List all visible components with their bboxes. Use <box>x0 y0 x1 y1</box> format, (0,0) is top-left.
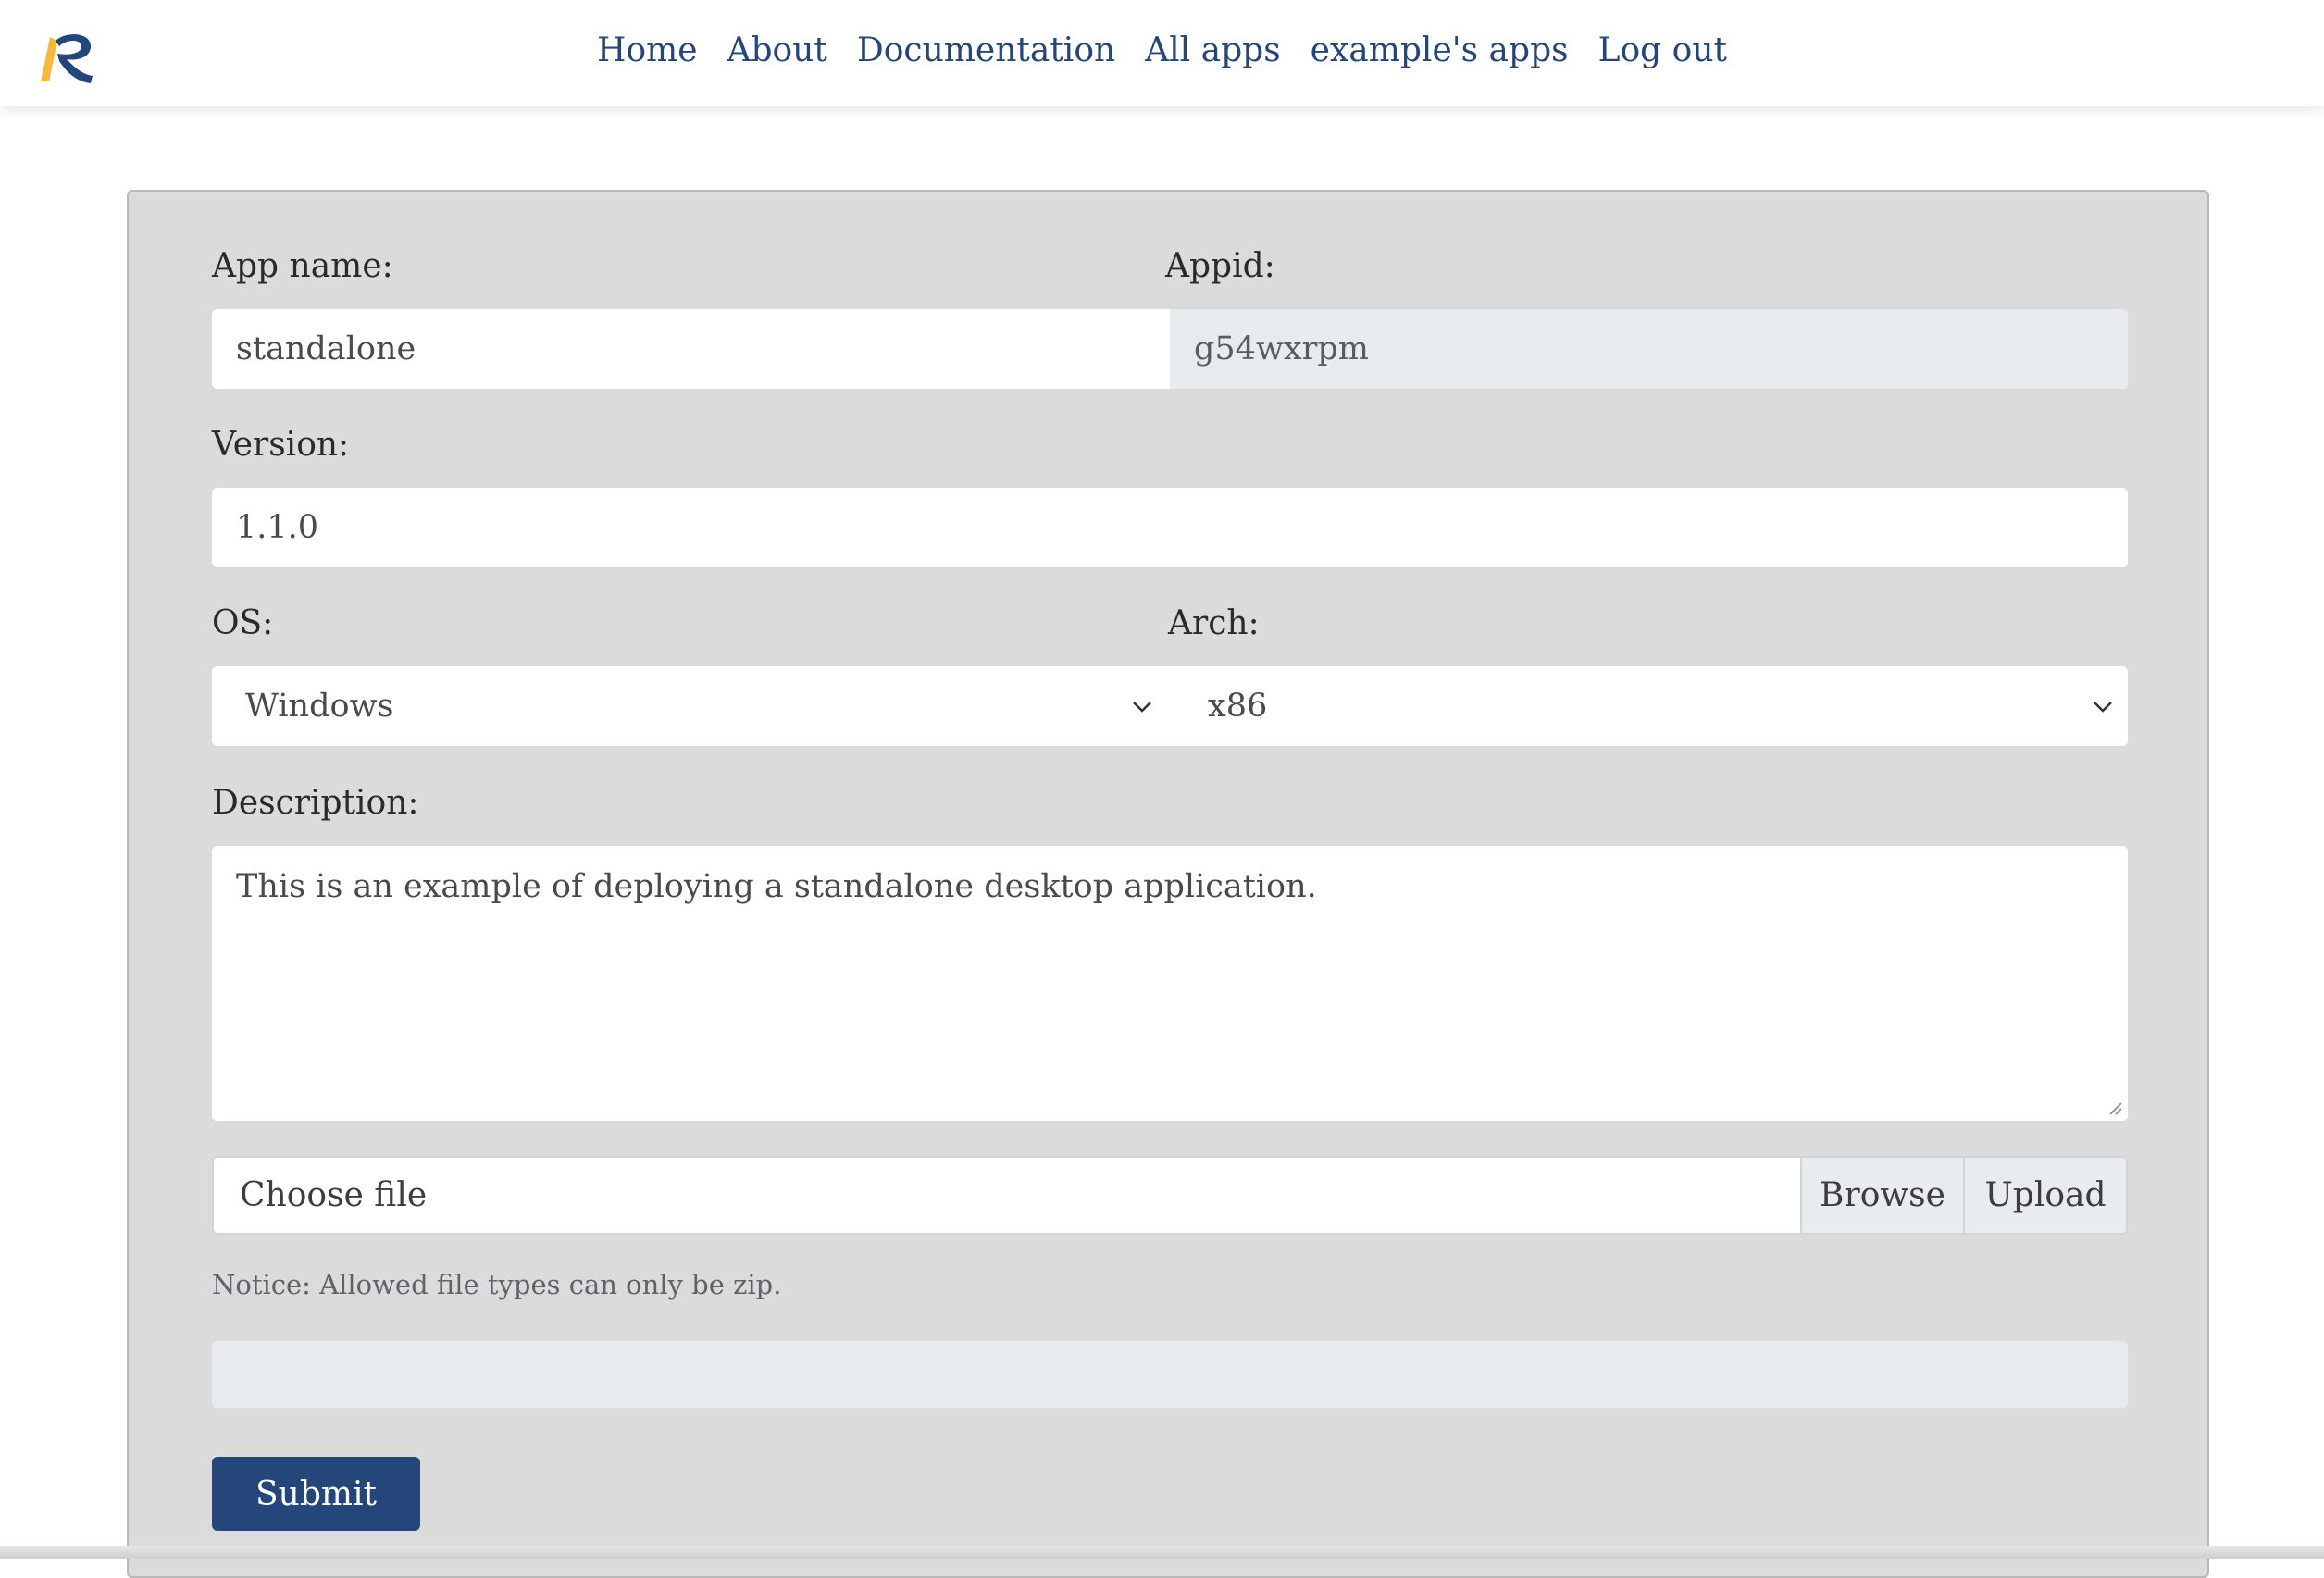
os-label: OS: <box>212 604 274 642</box>
appid-field: g54wxrpm <box>1170 309 2128 389</box>
submit-button[interactable]: Submit <box>212 1457 420 1531</box>
nav-all-apps-link[interactable]: All apps <box>1145 31 1281 69</box>
top-navbar: Home About Documentation All apps exampl… <box>0 0 2324 106</box>
file-input-group: Choose file Browse Upload <box>212 1156 2128 1235</box>
nav-about-link[interactable]: About <box>727 31 827 69</box>
app-upload-form: App name: Appid: standalone g54wxrpm Ver… <box>127 190 2209 1578</box>
os-select[interactable]: Windows <box>212 666 1174 746</box>
upload-progress-bar <box>212 1341 2128 1408</box>
resize-grip-icon[interactable] <box>2106 1099 2122 1115</box>
chevron-down-icon <box>2094 702 2112 713</box>
nav-links: Home About Documentation All apps exampl… <box>0 0 2324 100</box>
bottom-edge <box>0 1546 2324 1559</box>
version-label: Version: <box>212 426 350 464</box>
description-text: This is an example of deploying a standa… <box>236 868 1317 905</box>
nav-documentation-link[interactable]: Documentation <box>857 31 1115 69</box>
version-input[interactable]: 1.1.0 <box>212 488 2128 567</box>
upload-button[interactable]: Upload <box>1963 1158 2126 1233</box>
description-textarea[interactable]: This is an example of deploying a standa… <box>212 846 2128 1121</box>
appid-label: Appid: <box>1165 247 1275 285</box>
os-select-value: Windows <box>245 688 394 725</box>
arch-label: Arch: <box>1168 604 1260 642</box>
nav-logout-link[interactable]: Log out <box>1598 31 1727 69</box>
arch-select-value: x86 <box>1208 688 1268 725</box>
app-name-input[interactable]: standalone <box>212 309 1170 389</box>
file-type-notice: Notice: Allowed file types can only be z… <box>212 1269 782 1300</box>
chevron-down-icon <box>1133 702 1151 713</box>
app-name-label: App name: <box>212 247 393 285</box>
nav-user-apps-link[interactable]: example's apps <box>1311 31 1569 69</box>
browse-button[interactable]: Browse <box>1800 1158 1963 1233</box>
description-label: Description: <box>212 784 419 822</box>
choose-file-input[interactable]: Choose file <box>214 1158 1800 1233</box>
nav-home-link[interactable]: Home <box>597 31 698 69</box>
arch-select[interactable]: x86 <box>1174 666 2128 746</box>
